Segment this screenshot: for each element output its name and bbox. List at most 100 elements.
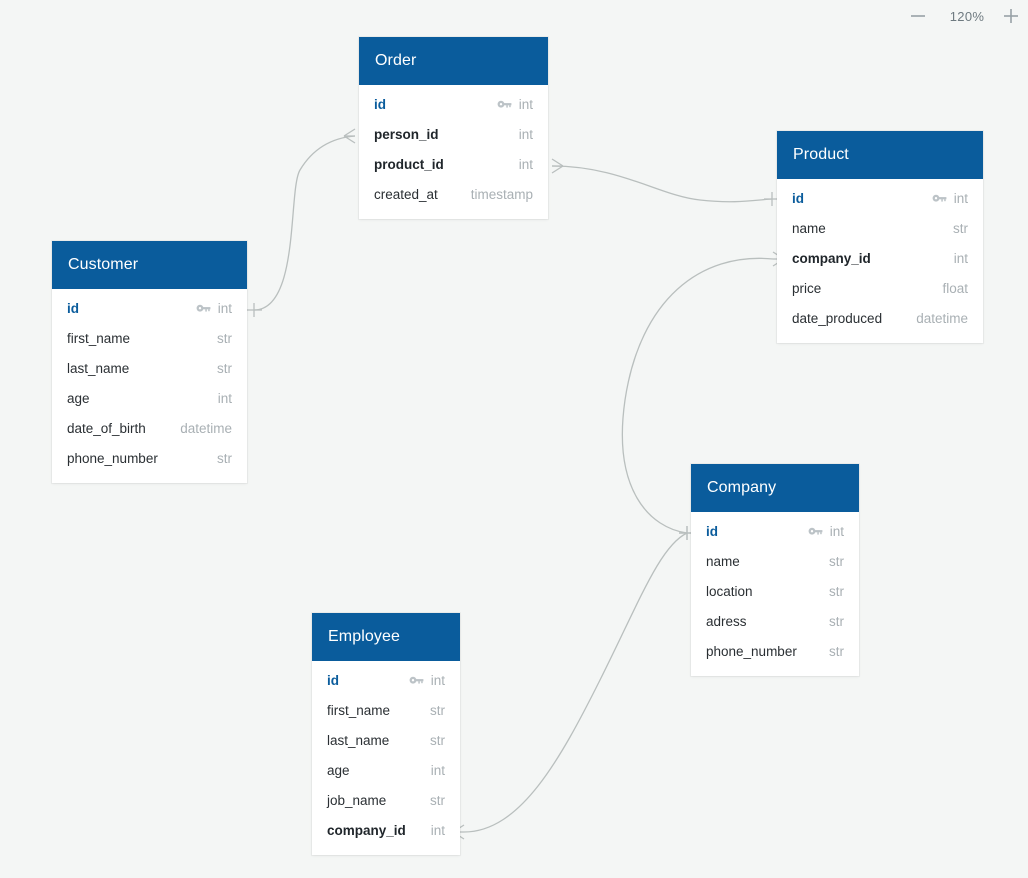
field-type: str xyxy=(953,220,968,236)
field-row[interactable]: adress str xyxy=(691,606,859,636)
table-node-customer[interactable]: Customer id int first_name str last_name str ag… xyxy=(52,241,247,483)
table-fields-product: id int name str company_id int price float date_… xyxy=(777,179,983,343)
field-type: str xyxy=(430,702,445,718)
zoom-in-button[interactable] xyxy=(994,1,1028,31)
field-name: phone_number xyxy=(706,643,797,659)
primary-key-icon xyxy=(808,526,823,537)
relationship-customer-order xyxy=(246,128,356,317)
field-type: int xyxy=(518,96,533,112)
table-node-employee[interactable]: Employee id int first_name str last_name str ag… xyxy=(312,613,460,855)
table-node-company[interactable]: Company id int name str location str adress str p… xyxy=(691,464,859,676)
field-type: int xyxy=(953,250,968,266)
field-name: last_name xyxy=(67,360,130,376)
field-row[interactable]: company_id int xyxy=(777,243,983,273)
field-row[interactable]: id int xyxy=(691,516,859,546)
field-name: person_id xyxy=(374,126,439,142)
primary-key-icon xyxy=(196,303,211,314)
field-name: id xyxy=(792,190,804,206)
field-row[interactable]: created_at timestamp xyxy=(359,179,548,209)
field-type: str xyxy=(217,330,232,346)
field-type: int xyxy=(430,672,445,688)
field-name: age xyxy=(327,762,350,778)
field-row[interactable]: id int xyxy=(359,89,548,119)
field-name: age xyxy=(67,390,90,406)
field-name: id xyxy=(706,523,718,539)
zoom-level-display[interactable]: 120% xyxy=(940,9,994,24)
field-row[interactable]: age int xyxy=(312,755,460,785)
field-name: date_of_birth xyxy=(67,420,146,436)
diagram-canvas[interactable]: Order id int person_id int product_id int creat… xyxy=(0,0,1028,878)
table-node-order[interactable]: Order id int person_id int product_id int creat… xyxy=(359,37,548,219)
field-row[interactable]: price float xyxy=(777,273,983,303)
field-row[interactable]: date_produced datetime xyxy=(777,303,983,333)
field-name: created_at xyxy=(374,186,438,202)
field-name: first_name xyxy=(67,330,131,346)
field-row[interactable]: last_name str xyxy=(312,725,460,755)
relationship-employee-company xyxy=(452,526,695,840)
field-type: int xyxy=(217,390,232,406)
table-node-product[interactable]: Product id int name str company_id int price flo… xyxy=(777,131,983,343)
field-name: id xyxy=(327,672,339,688)
field-type: timestamp xyxy=(470,186,533,202)
minus-icon xyxy=(909,7,927,25)
field-row[interactable]: name str xyxy=(777,213,983,243)
table-fields-order: id int person_id int product_id int created_at… xyxy=(359,85,548,219)
field-row[interactable]: id int xyxy=(777,183,983,213)
field-type: int xyxy=(829,523,844,539)
field-row[interactable]: age int xyxy=(52,383,247,413)
table-fields-company: id int name str location str adress str phone_nu… xyxy=(691,512,859,676)
field-row[interactable]: job_name str xyxy=(312,785,460,815)
table-title-company: Company xyxy=(691,464,859,512)
field-type: str xyxy=(430,732,445,748)
primary-key-icon xyxy=(497,99,512,110)
field-name: name xyxy=(706,553,740,569)
primary-key-icon xyxy=(409,675,424,686)
field-row[interactable]: last_name str xyxy=(52,353,247,383)
field-type: int xyxy=(518,156,533,172)
field-type: int xyxy=(217,300,232,316)
field-name: company_id xyxy=(792,250,871,266)
table-fields-customer: id int first_name str last_name str age int date… xyxy=(52,289,247,483)
field-row[interactable]: name str xyxy=(691,546,859,576)
field-name: product_id xyxy=(374,156,444,172)
field-type: str xyxy=(829,613,844,629)
field-name: job_name xyxy=(327,792,387,808)
field-row[interactable]: phone_number str xyxy=(52,443,247,473)
field-row[interactable]: phone_number str xyxy=(691,636,859,666)
zoom-out-button[interactable] xyxy=(896,1,940,31)
field-type: str xyxy=(829,583,844,599)
relationship-order-product xyxy=(551,158,780,206)
field-row[interactable]: person_id int xyxy=(359,119,548,149)
table-title-employee: Employee xyxy=(312,613,460,661)
table-title-order: Order xyxy=(359,37,548,85)
field-row[interactable]: company_id int xyxy=(312,815,460,845)
field-row[interactable]: first_name str xyxy=(312,695,460,725)
field-name: price xyxy=(792,280,822,296)
zoom-toolbar: 120% xyxy=(896,0,1028,32)
field-type: str xyxy=(430,792,445,808)
table-title-product: Product xyxy=(777,131,983,179)
field-type: str xyxy=(217,450,232,466)
field-row[interactable]: id int xyxy=(312,665,460,695)
field-row[interactable]: date_of_birth datetime xyxy=(52,413,247,443)
table-fields-employee: id int first_name str last_name str age int job_… xyxy=(312,661,460,855)
field-name: company_id xyxy=(327,822,406,838)
field-name: id xyxy=(374,96,386,112)
field-name: id xyxy=(67,300,79,316)
field-row[interactable]: product_id int xyxy=(359,149,548,179)
field-type: int xyxy=(953,190,968,206)
field-type: datetime xyxy=(180,420,232,436)
field-row[interactable]: location str xyxy=(691,576,859,606)
field-type: int xyxy=(518,126,533,142)
field-type: str xyxy=(829,643,844,659)
field-type: float xyxy=(942,280,968,296)
field-name: location xyxy=(706,583,753,599)
field-name: adress xyxy=(706,613,747,629)
field-type: int xyxy=(430,762,445,778)
field-name: date_produced xyxy=(792,310,883,326)
table-title-customer: Customer xyxy=(52,241,247,289)
field-name: name xyxy=(792,220,826,236)
field-row[interactable]: id int xyxy=(52,293,247,323)
field-row[interactable]: first_name str xyxy=(52,323,247,353)
field-name: first_name xyxy=(327,702,391,718)
